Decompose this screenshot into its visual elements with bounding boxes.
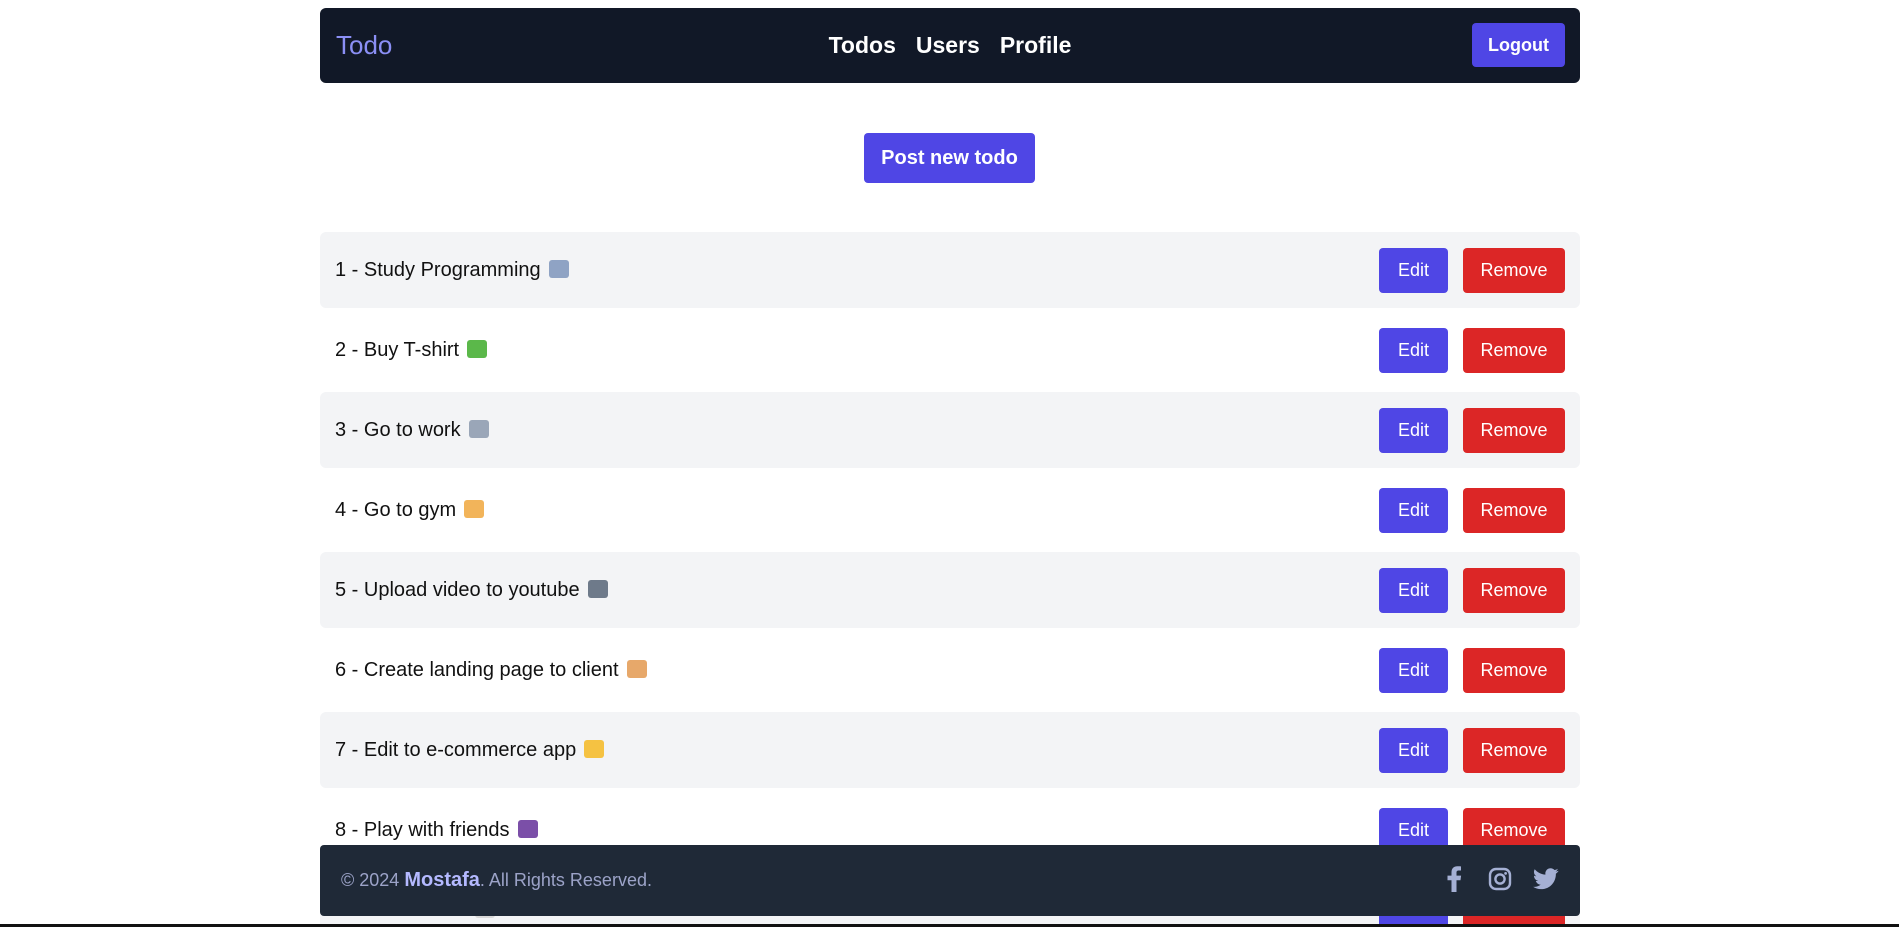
todo-item: 4 - Go to gym Edit Remove [320,472,1580,548]
todo-label: 6 - Create landing page to client [335,658,619,681]
todo-label: 3 - Go to work [335,418,461,441]
todo-item: 6 - Create landing page to client Edit Rem… [320,632,1580,708]
todo-actions: Edit Remove [1379,488,1565,533]
todo-actions: Edit Remove [1379,648,1565,693]
social-links [1440,865,1560,893]
edit-button[interactable]: Edit [1379,248,1448,293]
todo-text: 5 - Upload video to youtube [335,579,608,602]
todo-actions: Edit Remove [1379,408,1565,453]
todo-text: 1 - Study Programming [335,259,569,282]
page: Todo Todos Users Profile Logout Post new… [0,0,1899,927]
remove-button[interactable]: Remove [1463,328,1565,373]
office-building-icon [468,419,489,438]
remove-button[interactable]: Remove [1463,408,1565,453]
nav-link-todos[interactable]: Todos [829,32,896,59]
todo-text: 7 - Edit to e-commerce app [335,738,605,762]
copyright-owner: Mostafa [404,869,480,891]
woozy-face-icon [584,739,605,758]
remove-button[interactable]: Remove [1463,728,1565,773]
tshirt-icon [467,339,488,358]
todo-item: 3 - Go to work Edit Remove [320,392,1580,468]
twitter-icon[interactable] [1532,865,1560,893]
edit-button[interactable]: Edit [1379,408,1448,453]
todo-label: 1 - Study Programming [335,258,541,281]
technologist-icon [626,659,647,678]
brand-logo[interactable]: Todo [336,30,392,61]
todo-item: 1 - Study Programming Edit Remove [320,232,1580,308]
todo-text: 6 - Create landing page to client [335,659,647,682]
todo-item: 5 - Upload video to youtube Edit Remove [320,552,1580,628]
todo-text: 2 - Buy T-shirt [335,338,488,362]
todo-text: 4 - Go to gym [335,498,485,522]
navbar: Todo Todos Users Profile Logout [320,8,1580,83]
todo-label: 5 - Upload video to youtube [335,578,580,601]
todo-text: 3 - Go to work [335,419,489,442]
instagram-icon[interactable] [1486,865,1514,893]
copyright-prefix: © 2024 [341,870,405,890]
todo-label: 7 - Edit to e-commerce app [335,738,577,761]
nav-link-users[interactable]: Users [916,32,980,59]
todo-item: 7 - Edit to e-commerce app Edit Remove [320,712,1580,788]
todo-actions: Edit Remove [1379,328,1565,373]
todo-actions: Edit Remove [1379,248,1565,293]
todo-actions: Edit Remove [1379,728,1565,773]
remove-button[interactable]: Remove [1463,568,1565,613]
edit-button[interactable]: Edit [1379,648,1448,693]
nav-link-profile[interactable]: Profile [1000,32,1072,59]
logout-button[interactable]: Logout [1472,23,1565,67]
video-camera-icon [587,579,608,598]
remove-button[interactable]: Remove [1463,248,1565,293]
edit-button[interactable]: Edit [1379,488,1448,533]
todo-list: 1 - Study Programming Edit Remove 2 - Buy T… [320,232,1580,927]
edit-button[interactable]: Edit [1379,728,1448,773]
todo-text: 8 - Play with friends [335,819,538,842]
todo-actions: Edit Remove [1379,568,1565,613]
post-new-todo-button[interactable]: Post new todo [864,133,1035,183]
remove-button[interactable]: Remove [1463,648,1565,693]
edit-button[interactable]: Edit [1379,328,1448,373]
copyright-text: © 2024 Mostafa. All Rights Reserved. [341,869,652,892]
facebook-icon[interactable] [1440,865,1468,893]
edit-button[interactable]: Edit [1379,568,1448,613]
copyright-suffix: . All Rights Reserved. [479,870,652,890]
remove-button[interactable]: Remove [1463,488,1565,533]
laptop-icon [548,259,569,278]
todo-label: 8 - Play with friends [335,818,510,841]
people-hugging-icon [517,819,538,838]
todo-label: 2 - Buy T-shirt [335,338,460,361]
footer: © 2024 Mostafa. All Rights Reserved. [320,845,1580,916]
flexed-biceps-icon [464,499,485,518]
todo-label: 4 - Go to gym [335,498,457,521]
todo-item: 2 - Buy T-shirt Edit Remove [320,312,1580,388]
nav-links: Todos Users Profile [829,32,1072,59]
